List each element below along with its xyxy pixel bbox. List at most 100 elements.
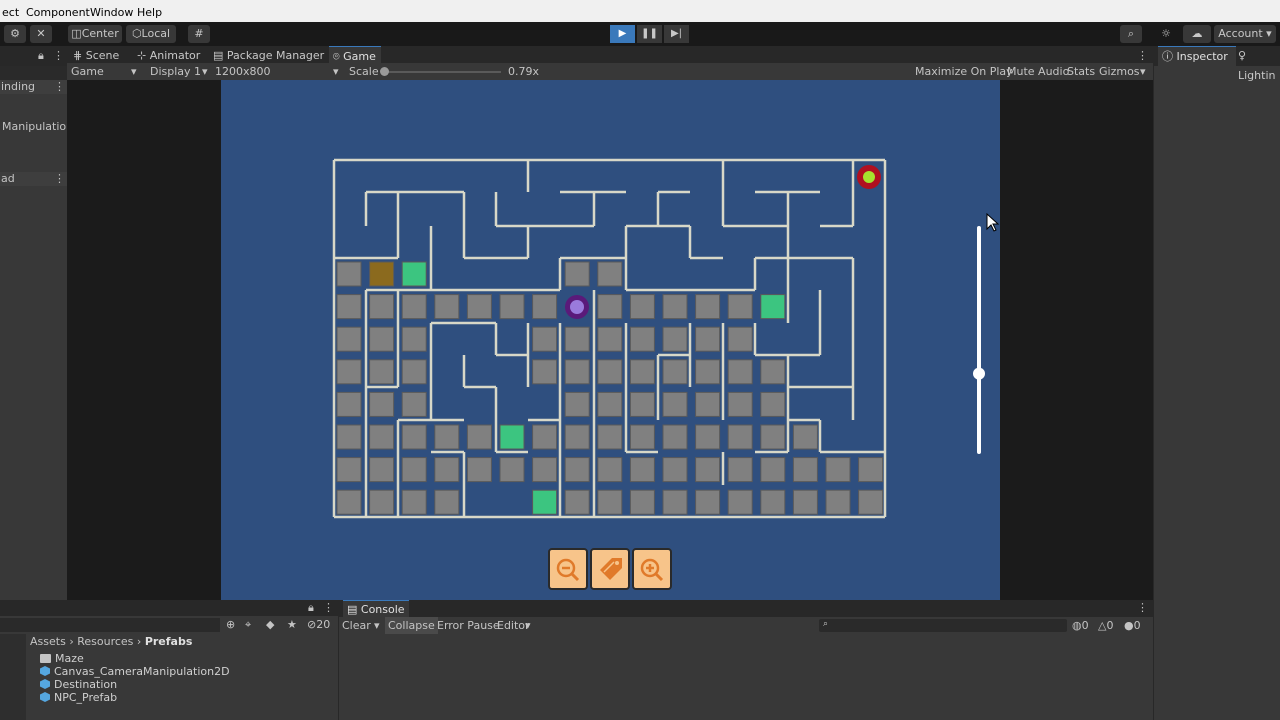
breadcrumb-prefabs[interactable]: Prefabs [145, 635, 193, 648]
resolution-select[interactable]: 1200x800 [215, 65, 271, 78]
tab-console[interactable]: ▤ Console [343, 600, 409, 618]
stats-toggle[interactable]: Stats [1067, 65, 1095, 78]
chevron-down-icon: ▾ [131, 65, 137, 78]
info-icon: ⓘ [1162, 50, 1177, 63]
more-icon[interactable]: ⋮ [1137, 49, 1148, 62]
maze-cell [336, 457, 362, 483]
cloud-icon[interactable]: ☁ [1183, 25, 1211, 43]
maze-cell [760, 424, 786, 450]
maze-cell [434, 457, 460, 483]
tools-icon[interactable]: ⚙ [4, 25, 26, 43]
maze-cell [532, 424, 558, 450]
pause-button[interactable]: ❚❚ [637, 25, 662, 43]
game-view-select[interactable]: Game [71, 65, 104, 78]
warning-filter-toggle[interactable]: △0 [1098, 619, 1113, 632]
tab-inspector[interactable]: ⓘ Inspector [1158, 46, 1236, 67]
mouse-cursor-icon [986, 213, 1000, 232]
scene-row[interactable]: inding [1, 80, 35, 93]
lock-icon[interactable]: 🔒︎ [308, 601, 314, 615]
asset-item[interactable]: Destination [40, 678, 117, 691]
maze-cell [695, 457, 721, 483]
services-icon[interactable]: ☼ [1155, 25, 1177, 43]
maze-cell [597, 457, 623, 483]
prefab-icon [40, 679, 50, 689]
cross-tools-icon[interactable]: ✕ [30, 25, 52, 43]
maze-cell [629, 359, 655, 385]
more-icon[interactable]: ⋮ [1137, 601, 1148, 614]
pivot-center-button[interactable]: ◫Center [68, 25, 122, 43]
display-select[interactable]: Display 1 [150, 65, 201, 78]
lock-icon[interactable]: 🔒︎ [38, 49, 44, 63]
scene-row[interactable]: ad [1, 172, 15, 185]
breadcrumb-assets[interactable]: Assets [30, 635, 66, 648]
search-icon: ⌕ [823, 619, 829, 629]
tag-icon [600, 558, 622, 580]
scale-slider[interactable] [381, 71, 501, 73]
tab-lighting[interactable]: ♀ Lightin [1238, 46, 1280, 82]
asset-item[interactable]: NPC_Prefab [40, 691, 117, 704]
maze-cell [695, 294, 721, 320]
menu-item-help[interactable]: Help [137, 6, 162, 19]
maze-cell [369, 359, 395, 385]
animator-icon: ⊹ [137, 49, 150, 62]
pivot-local-button[interactable]: ⬡Local [126, 25, 176, 43]
asset-item[interactable]: Maze [40, 652, 84, 665]
prefab-icon [40, 666, 50, 676]
maze-cell [695, 359, 721, 385]
zoom-out-button[interactable] [548, 548, 588, 590]
menu-item-component[interactable]: Component [26, 6, 90, 19]
hidden-packages-icon[interactable]: ⊘20 [307, 618, 330, 631]
error-filter-toggle[interactable]: ●0 [1124, 619, 1141, 632]
account-dropdown[interactable]: Account ▾ [1214, 25, 1276, 43]
create-icon[interactable]: ⊕ [226, 618, 235, 631]
search-icon[interactable]: ⌕ [1120, 25, 1142, 43]
chevron-down-icon: ▾ [333, 65, 339, 78]
clear-button[interactable]: Clear [342, 619, 371, 632]
tag-button[interactable] [590, 548, 630, 590]
gizmos-toggle[interactable]: Gizmos [1099, 65, 1140, 78]
maze-cell [401, 457, 427, 483]
menu-item-window[interactable]: Window [90, 6, 133, 19]
play-button[interactable]: ▶ [610, 25, 635, 43]
game-viewport[interactable] [221, 80, 1000, 600]
label-icon[interactable]: ◆ [266, 618, 274, 631]
maze-cell [499, 424, 525, 450]
maze-cell [466, 457, 492, 483]
more-icon[interactable]: ⋮ [53, 49, 64, 62]
maze-cell [597, 294, 623, 320]
chevron-down-icon[interactable]: ▾ [374, 619, 380, 632]
asset-item[interactable]: Canvas_CameraManipulation2D [40, 665, 230, 678]
local-icon: ⬡ [131, 27, 142, 40]
error-icon: ● [1124, 619, 1134, 632]
hierarchy-search[interactable] [0, 66, 67, 80]
menu-item-project[interactable]: ect [2, 6, 19, 19]
more-icon[interactable]: ⋮ [54, 172, 65, 185]
console-toolbar: Clear ▾ Collapse Error Pause Editor ▾ ⌕ … [339, 617, 1153, 634]
console-panel: ▤ Console ⋮ Clear ▾ Collapse Error Pause… [339, 600, 1153, 720]
maze-cell [760, 359, 786, 385]
collapse-toggle[interactable]: Collapse [385, 617, 438, 634]
project-search[interactable] [0, 618, 220, 632]
more-icon[interactable]: ⋮ [54, 80, 65, 93]
zoom-in-icon [640, 558, 664, 582]
breadcrumb-resources[interactable]: Resources [77, 635, 133, 648]
filter-type-icon[interactable]: ⌖ [245, 618, 251, 632]
more-icon[interactable]: ⋮ [323, 601, 334, 614]
maze-cell [662, 359, 688, 385]
chevron-down-icon: ▾ [1140, 65, 1146, 78]
mute-audio-toggle[interactable]: Mute Audio [1007, 65, 1069, 78]
maze-cell [564, 261, 590, 287]
grid-snap-icon[interactable]: # [188, 25, 210, 43]
maze-cell [792, 489, 818, 515]
maze-cell [336, 294, 362, 320]
maximize-on-play-toggle[interactable]: Maximize On Play [915, 65, 1013, 78]
scale-slider-thumb[interactable] [380, 67, 389, 76]
step-button[interactable]: ▶| [664, 25, 689, 43]
console-search-input[interactable]: ⌕ [819, 619, 1067, 632]
maze-cell [597, 391, 623, 417]
log-filter-toggle[interactable]: ◍0 [1072, 619, 1089, 632]
zoom-in-button[interactable] [632, 548, 672, 590]
maze-cell [532, 326, 558, 352]
error-pause-toggle[interactable]: Error Pause [437, 619, 500, 632]
star-icon[interactable]: ★ [287, 618, 297, 631]
